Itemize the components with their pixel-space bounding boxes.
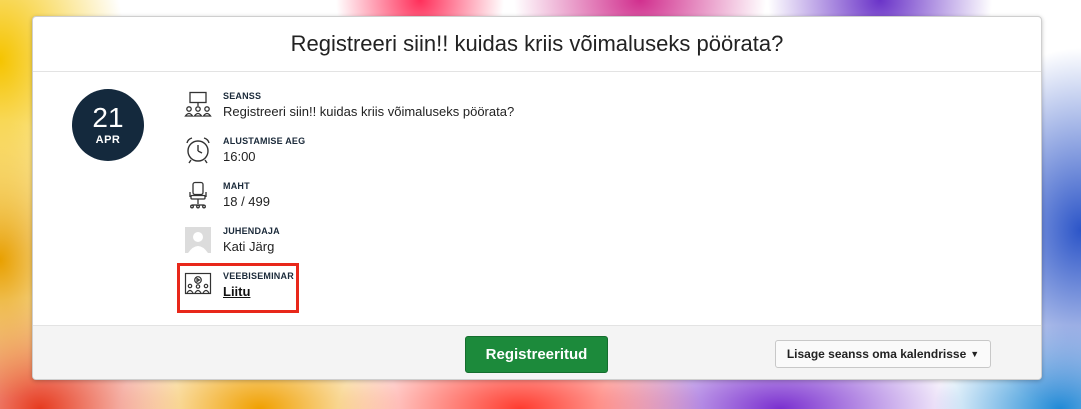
presenter-label: JUHENDAJA <box>223 226 280 236</box>
session-value: Registreeri siin!! kuidas kriis võimalus… <box>223 104 515 119</box>
presentation-icon <box>183 90 213 120</box>
presenter-name: Kati Järg <box>223 239 275 254</box>
caret-down-icon: ▼ <box>970 349 980 359</box>
start-time-label: ALUSTAMISE AEG <box>223 136 306 146</box>
event-title: Registreeri siin!! kuidas kriis võimalus… <box>290 31 784 56</box>
card-header: Registreeri siin!! kuidas kriis võimalus… <box>33 17 1041 72</box>
alarm-clock-icon <box>183 135 213 165</box>
add-to-calendar-label: Lisage seanss oma kalendrisse <box>786 347 967 361</box>
webinar-highlight-box <box>177 263 299 313</box>
start-time-value: 16:00 <box>223 149 256 164</box>
card-footer: Registreeritud Lisage seanss oma kalendr… <box>33 325 1041 379</box>
add-to-calendar-button[interactable]: Lisage seanss oma kalendrisse ▼ <box>775 340 991 368</box>
session-row: SEANSS Registreeri siin!! kuidas kriis v… <box>183 90 514 135</box>
capacity-value: 18 / 499 <box>223 194 270 209</box>
start-time-row: ALUSTAMISE AEG 16:00 <box>183 135 514 180</box>
date-month: APR <box>95 134 121 146</box>
card-body: 21 APR SEANSS Registreeri siin!! kuidas … <box>33 72 1041 326</box>
capacity-label: MAHT <box>223 181 250 191</box>
date-badge: 21 APR <box>72 89 144 161</box>
event-card: Registreeri siin!! kuidas kriis võimalus… <box>32 16 1042 380</box>
office-chair-icon <box>183 180 213 210</box>
registered-button[interactable]: Registreeritud <box>465 336 608 373</box>
date-day: 21 <box>92 102 124 133</box>
avatar-placeholder-icon <box>183 225 213 255</box>
session-label: SEANSS <box>223 91 262 101</box>
capacity-row: MAHT 18 / 499 <box>183 180 514 225</box>
